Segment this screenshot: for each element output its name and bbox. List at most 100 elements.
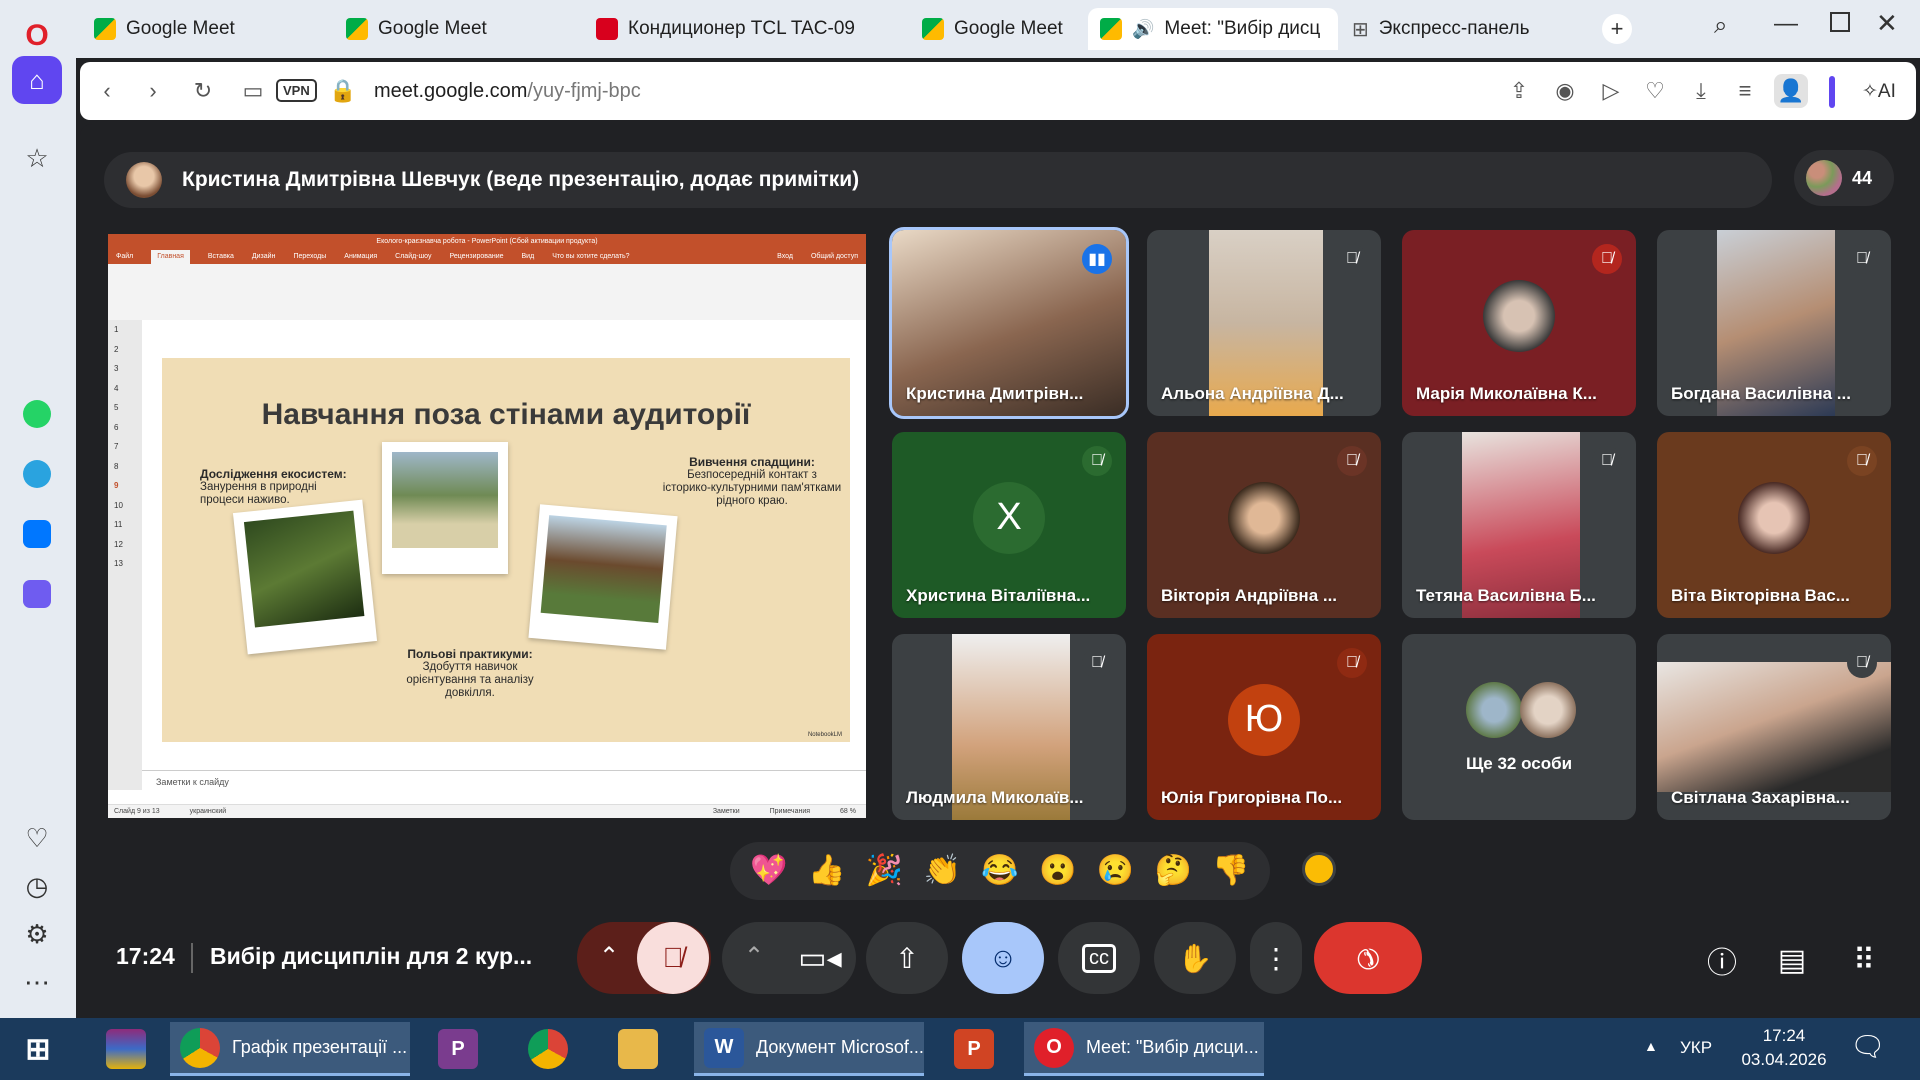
clock[interactable]: 17:24 03.04.2026 (1736, 1024, 1832, 1072)
menu-icon[interactable]: ≡ (1728, 74, 1762, 108)
reaction-sad[interactable]: 😢 (1097, 856, 1134, 886)
tab[interactable]: Кондиционер TCL TAC-09 (584, 8, 906, 50)
more-options-button[interactable]: ⋮ (1250, 922, 1302, 994)
more-participants-tile[interactable]: Ще 32 особи (1402, 634, 1636, 820)
avatar-letter: Ю (1228, 683, 1300, 756)
taskbar-app[interactable]: W Документ Microsof... (694, 1022, 924, 1076)
opera-logo-icon[interactable]: O (12, 12, 62, 60)
reaction-laugh[interactable]: 😂 (981, 856, 1018, 886)
participants-button[interactable]: 44 (1794, 150, 1894, 206)
reaction-thumbs-up[interactable]: 👍 (808, 856, 845, 886)
chevron-up-icon[interactable]: ⌃ (599, 942, 619, 971)
send-icon[interactable]: ▷ (1594, 74, 1628, 108)
mic-muted-icon: 🎙̸ (1337, 648, 1367, 678)
chat-icon[interactable]: ▤ (1768, 936, 1816, 984)
emoji-button[interactable]: ☺ (962, 922, 1044, 994)
taskbar-app[interactable] (608, 1022, 672, 1076)
meet-icon (922, 18, 944, 40)
heart-outline-icon[interactable]: ♡ (1638, 74, 1672, 108)
participant-name: Юлія Григорівна По... (1161, 788, 1343, 807)
heart-icon[interactable]: ♡ (12, 814, 62, 862)
more-icon[interactable]: ⋯ (12, 958, 62, 1006)
download-icon[interactable]: ⤓ (1684, 74, 1718, 108)
start-button[interactable]: ⊞ (8, 1022, 64, 1076)
taskbar-app[interactable]: P (944, 1022, 1008, 1076)
tab-active[interactable]: 🔊 Meet: "Вибір дисц (1088, 8, 1338, 50)
vpn-badge[interactable]: VPN (276, 79, 317, 102)
ppt-tab: Что вы хотите сделать? (552, 253, 630, 260)
leave-call-button[interactable]: ✆ (1314, 922, 1422, 994)
taskbar-app[interactable]: O Meet: "Вибір дисци... (1024, 1022, 1264, 1076)
raise-hand-button[interactable]: ✋ (1154, 922, 1236, 994)
participant-tile[interactable]: Х 🎙̸ Христина Віталіївна... (892, 432, 1126, 618)
reaction-heart[interactable]: 💖 (750, 856, 787, 886)
participant-tile[interactable]: 🎙̸ Вікторія Андріївна ... (1147, 432, 1381, 618)
forward-icon[interactable]: › (136, 74, 170, 108)
minimize-icon[interactable]: — (1774, 10, 1798, 38)
reaction-party[interactable]: 🎉 (866, 856, 903, 886)
chevron-up-icon[interactable]: ⌃ (744, 942, 764, 971)
star-icon[interactable]: ☆ (12, 134, 62, 182)
participant-tile[interactable]: 🎙̸ Тетяна Василівна Б... (1402, 432, 1636, 618)
new-tab-button[interactable]: + (1602, 14, 1632, 44)
participant-tile[interactable]: 🎙̸ Світлана Захарівна... (1657, 634, 1891, 820)
participant-tile[interactable]: Ю 🎙̸ Юлія Григорівна По... (1147, 634, 1381, 820)
notifications-icon[interactable]: 🗨 (1850, 1030, 1886, 1063)
ai-button[interactable]: ✧AI (1862, 80, 1896, 103)
taskbar-app[interactable] (518, 1022, 582, 1076)
speaker-icon[interactable]: 🔊 (1132, 19, 1154, 40)
reaction-thumbs-down[interactable]: 👎 (1212, 856, 1249, 886)
ai-label: AI (1877, 81, 1896, 102)
camera-button[interactable]: ▭◂ (784, 922, 856, 994)
back-icon[interactable]: ‹ (90, 74, 124, 108)
mic-off-button[interactable]: 🎙̸ (637, 922, 709, 994)
profile-icon[interactable]: 👤 (1774, 74, 1808, 108)
reaction-clap[interactable]: 👏 (924, 856, 961, 886)
taskbar-app[interactable]: Графік презентації ... (170, 1022, 410, 1076)
telegram-icon[interactable] (12, 450, 62, 498)
skin-tone-button[interactable] (1302, 852, 1336, 886)
participant-tile[interactable]: 🎙̸ Марія Миколаївна К... (1402, 230, 1636, 416)
tab[interactable]: Google Meet (334, 8, 574, 50)
reload-icon[interactable]: ↻ (186, 74, 220, 108)
share-icon[interactable]: ⇪ (1502, 74, 1536, 108)
search-icon[interactable]: ⌕ (1714, 12, 1727, 40)
participant-tile[interactable]: ▮▮ Кристина Дмитрівн... (889, 227, 1129, 419)
pdf-icon: P (438, 1029, 478, 1069)
thumb-number: 13 (114, 559, 123, 568)
maximize-icon[interactable] (1830, 12, 1850, 32)
history-icon[interactable]: ◷ (12, 862, 62, 910)
watermark: NotebookLM (807, 732, 842, 738)
participant-tile[interactable]: 🎙̸ Альона Андріївна Д... (1147, 230, 1381, 416)
camera-snap-icon[interactable]: ▭ (236, 74, 270, 108)
info-icon[interactable]: ⓘ (1698, 936, 1746, 984)
apps-icon[interactable]: ⠿ (1840, 936, 1888, 984)
url[interactable]: meet.google.com/yuy-fjmj-bpc (374, 80, 641, 103)
participant-tile[interactable]: 🎙̸ Богдана Василівна ... (1657, 230, 1891, 416)
captions-button[interactable]: cc (1058, 922, 1140, 994)
music-player-icon[interactable] (12, 570, 62, 618)
tab[interactable]: Google Meet (82, 8, 322, 50)
lock-icon[interactable]: 🔒 (326, 74, 360, 108)
taskbar-app[interactable] (96, 1022, 156, 1076)
reactions-bar: 💖 👍 🎉 👏 😂 😮 😢 🤔 👎 (730, 842, 1270, 900)
notes-pane: Заметки к слайду (142, 770, 866, 800)
camera-icon[interactable]: ◉ (1548, 74, 1582, 108)
whatsapp-icon[interactable] (12, 390, 62, 438)
meeting-title: Вибір дисциплін для 2 кур... (210, 943, 533, 969)
vk-icon[interactable] (12, 510, 62, 558)
ppt-tab: Вход (777, 253, 793, 260)
close-icon[interactable]: ✕ (1876, 8, 1898, 39)
reaction-thinking[interactable]: 🤔 (1155, 856, 1192, 886)
tray-chevron-icon[interactable]: ▲ (1644, 1038, 1658, 1054)
taskbar-app[interactable]: P (428, 1022, 492, 1076)
status-slide: Слайд 9 из 13 (114, 808, 160, 815)
language-indicator[interactable]: УКР (1680, 1038, 1712, 1058)
participant-tile[interactable]: 🎙̸ Людмила Миколаїв... (892, 634, 1126, 820)
participant-tile[interactable]: 🎙̸ Віта Вікторівна Вас... (1657, 432, 1891, 618)
home-icon[interactable]: ⌂ (12, 56, 62, 104)
reaction-surprised[interactable]: 😮 (1039, 856, 1076, 886)
meet-icon (1100, 18, 1122, 40)
settings-icon[interactable]: ⚙ (12, 910, 62, 958)
present-button[interactable]: ⇧ (866, 922, 948, 994)
